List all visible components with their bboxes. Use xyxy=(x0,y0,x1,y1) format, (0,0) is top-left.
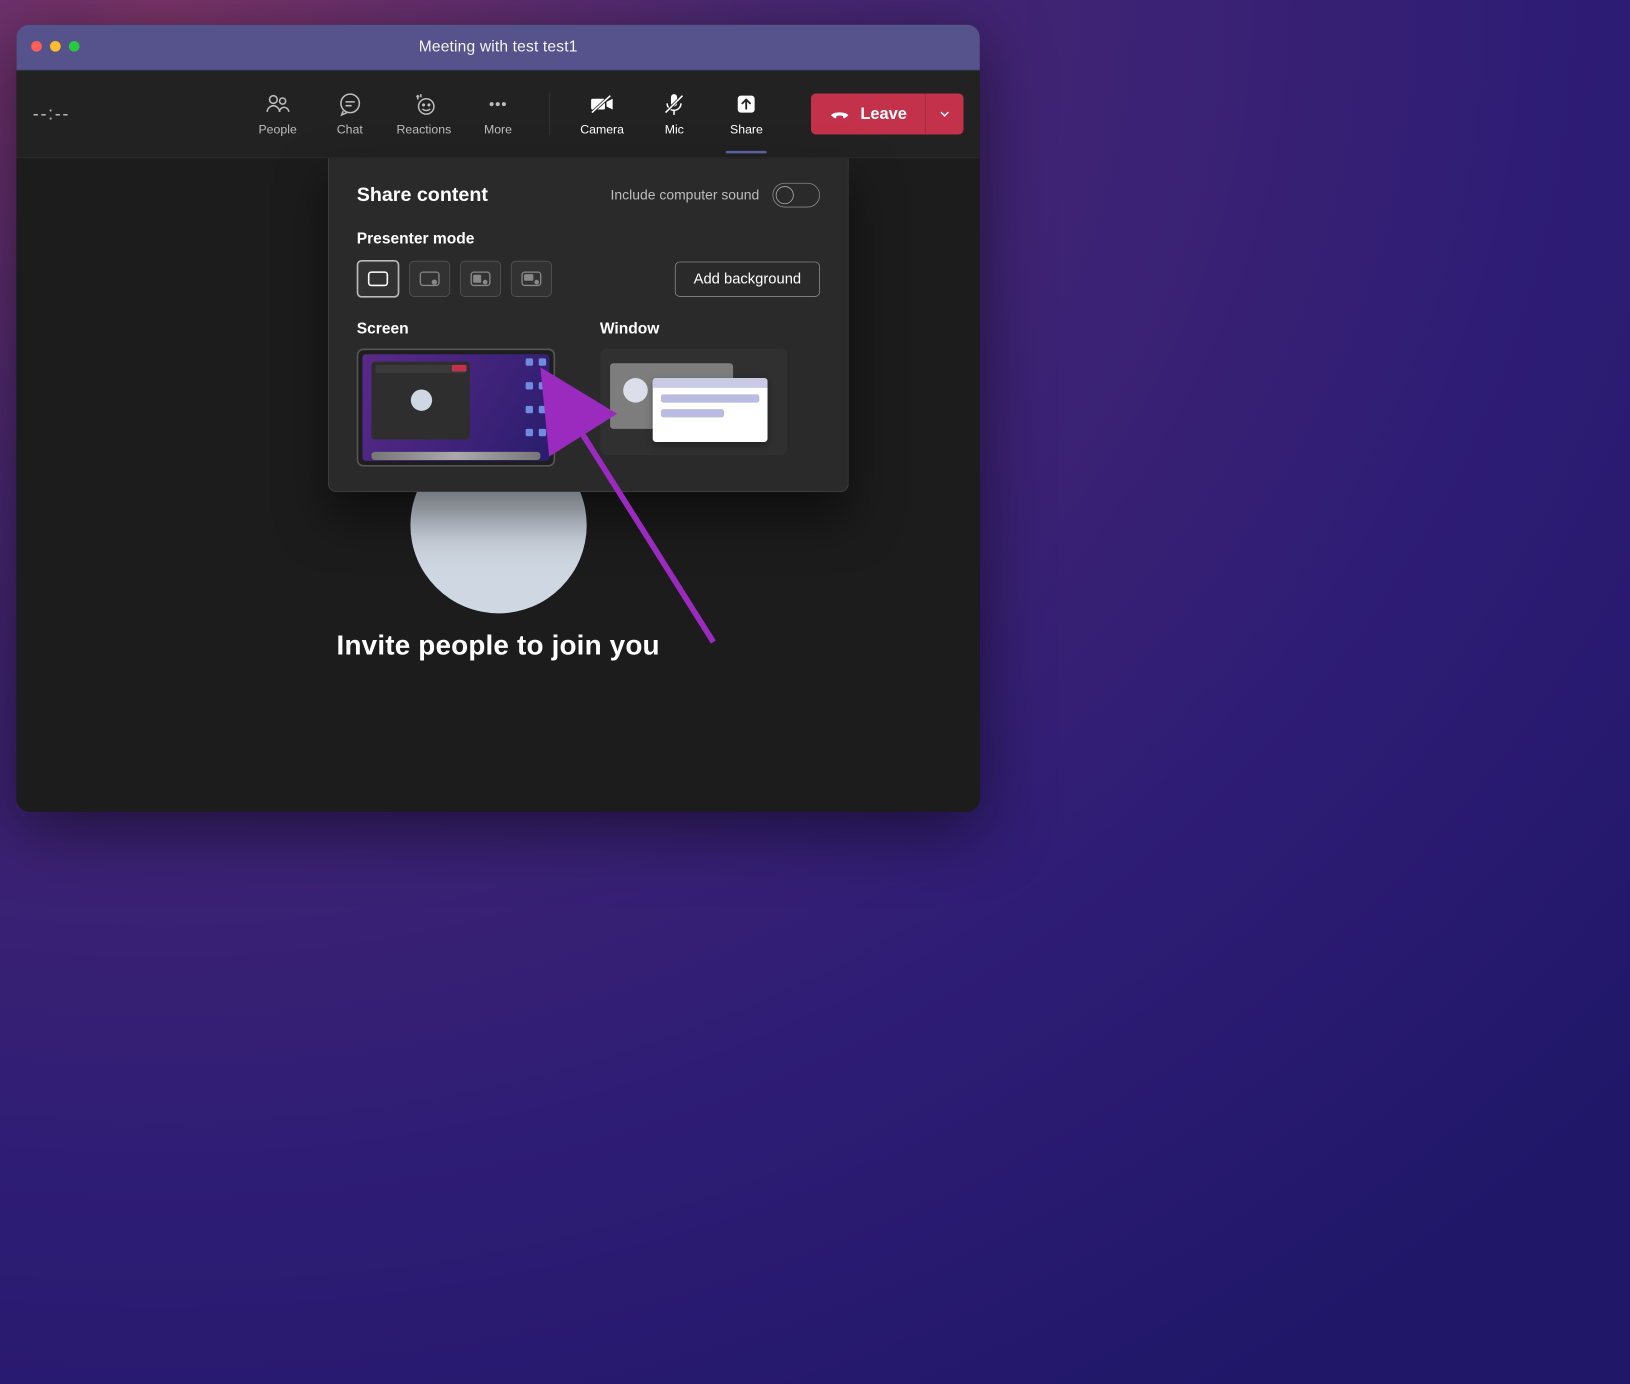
presenter-mode-reporter[interactable] xyxy=(511,261,552,297)
meeting-timer: --:-- xyxy=(33,103,123,124)
window-section-label: Window xyxy=(600,321,820,339)
share-window-thumbnail[interactable] xyxy=(600,349,787,456)
people-button[interactable]: People xyxy=(252,91,303,136)
toolbar-buttons: People Chat Reactions xyxy=(252,91,963,136)
people-icon xyxy=(265,91,290,116)
invite-message: Invite people to join you xyxy=(337,630,660,662)
camera-off-icon xyxy=(590,91,615,116)
reactions-label: Reactions xyxy=(397,123,452,137)
share-screen-thumbnail[interactable] xyxy=(357,349,555,467)
chat-button[interactable]: Chat xyxy=(324,91,375,136)
share-label: Share xyxy=(730,123,763,137)
include-sound-row: Include computer sound xyxy=(611,183,820,208)
mic-button[interactable]: Mic xyxy=(649,91,700,136)
share-panel-title: Share content xyxy=(357,184,488,207)
include-sound-toggle[interactable] xyxy=(772,183,820,208)
chat-label: Chat xyxy=(337,123,363,137)
more-icon xyxy=(486,91,511,116)
mic-label: Mic xyxy=(665,123,684,137)
meeting-stage: Invite people to join you Share content … xyxy=(16,158,979,812)
leave-label: Leave xyxy=(860,105,907,124)
share-icon xyxy=(734,91,759,116)
meeting-toolbar: --:-- People Chat xyxy=(16,71,979,159)
leave-menu-button[interactable] xyxy=(925,93,964,134)
more-button[interactable]: More xyxy=(473,91,524,136)
presenter-mode-side-by-side[interactable] xyxy=(460,261,501,297)
chevron-down-icon xyxy=(937,107,952,122)
toolbar-separator xyxy=(550,93,551,136)
hangup-icon xyxy=(829,103,850,124)
presenter-mode-standout[interactable] xyxy=(409,261,450,297)
camera-label: Camera xyxy=(580,123,624,137)
window-controls xyxy=(31,41,79,52)
presenter-mode-label: Presenter mode xyxy=(357,230,820,248)
camera-button[interactable]: Camera xyxy=(577,91,628,136)
leave-split-button: Leave xyxy=(811,93,963,134)
share-button[interactable]: Share xyxy=(721,91,772,136)
share-content-panel: Share content Include computer sound Pre… xyxy=(328,158,849,492)
window-title: Meeting with test test1 xyxy=(419,38,578,56)
share-sources: Screen Window xyxy=(357,321,820,467)
chat-icon xyxy=(337,91,362,116)
close-icon[interactable] xyxy=(31,41,42,52)
titlebar: Meeting with test test1 xyxy=(16,25,979,71)
more-label: More xyxy=(484,123,512,137)
people-label: People xyxy=(258,123,296,137)
reactions-icon xyxy=(412,91,437,116)
add-background-button[interactable]: Add background xyxy=(675,261,820,296)
maximize-icon[interactable] xyxy=(69,41,80,52)
screen-section-label: Screen xyxy=(357,321,577,339)
presenter-mode-row: Add background xyxy=(357,260,820,298)
mic-off-icon xyxy=(662,91,687,116)
reactions-button[interactable]: Reactions xyxy=(397,91,452,136)
minimize-icon[interactable] xyxy=(50,41,61,52)
meeting-window: Meeting with test test1 --:-- People xyxy=(16,25,979,812)
presenter-mode-content-only[interactable] xyxy=(357,260,400,298)
include-sound-label: Include computer sound xyxy=(611,187,760,203)
leave-button[interactable]: Leave xyxy=(811,93,925,134)
